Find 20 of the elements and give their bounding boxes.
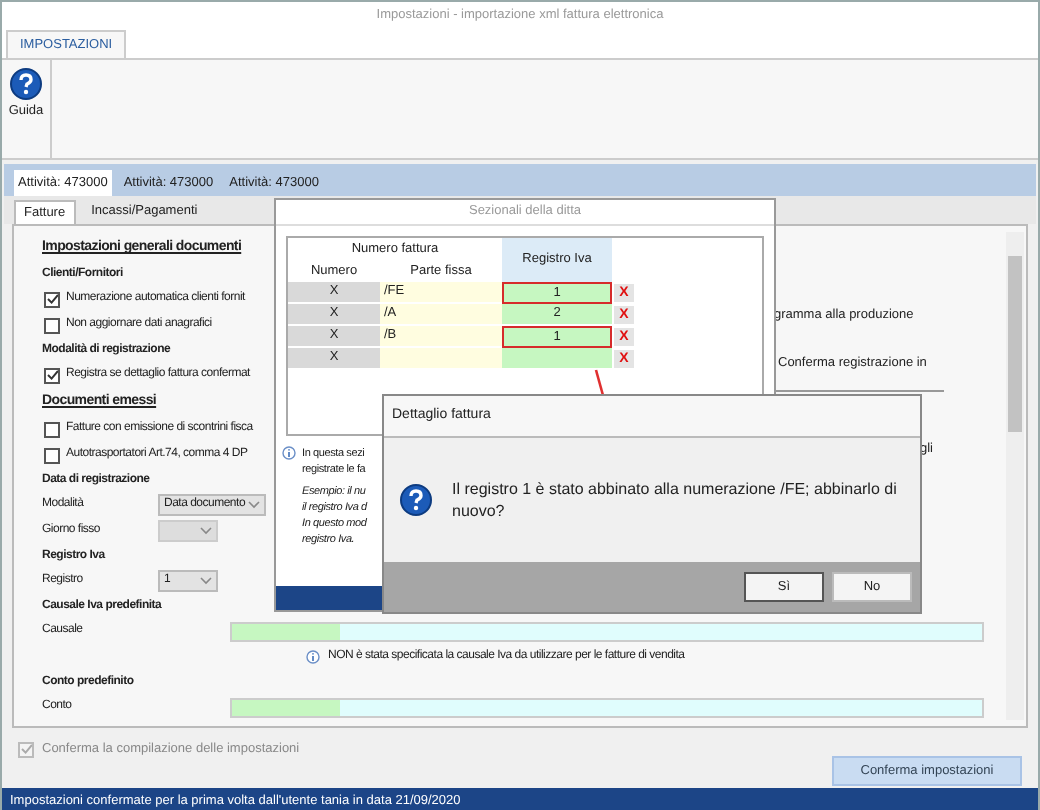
- checkbox[interactable]: [44, 367, 60, 383]
- question-icon: [400, 484, 432, 516]
- table-cell[interactable]: [380, 348, 502, 370]
- checkbox[interactable]: [44, 421, 60, 437]
- checkbox[interactable]: [44, 317, 60, 333]
- info-icon: [306, 650, 320, 664]
- checkbox[interactable]: [44, 291, 60, 307]
- dialog-message: Il registro 1 è stato abbinato alla numerazione /FE; abbinarlo di nuovo?: [452, 478, 899, 522]
- chevron-icon: [200, 526, 212, 536]
- check-icon: [46, 292, 58, 306]
- info-icon: [282, 446, 296, 460]
- chevron-icon: [248, 500, 260, 510]
- input-field[interactable]: [230, 621, 984, 641]
- chevron-icon: [200, 576, 212, 586]
- checkbox[interactable]: [44, 447, 60, 463]
- input-field[interactable]: [230, 697, 984, 717]
- check-icon: [46, 368, 58, 382]
- help-icon: [10, 68, 42, 100]
- table-cell[interactable]: [502, 348, 612, 370]
- scrollbar[interactable]: [1006, 232, 1024, 720]
